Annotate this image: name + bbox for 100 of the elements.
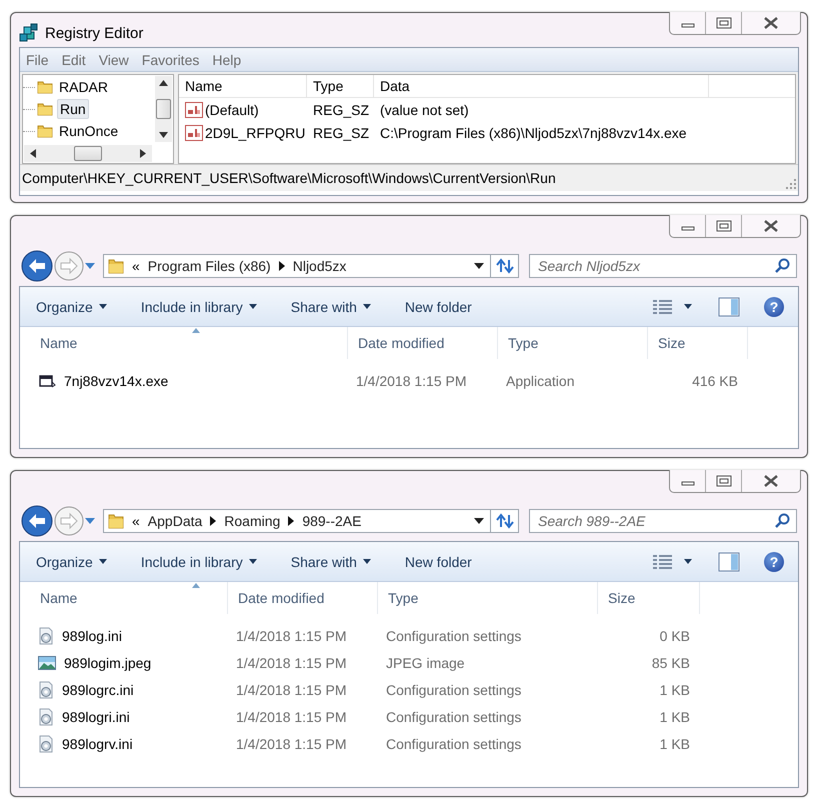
column-header[interactable]: Name xyxy=(30,582,228,614)
maximize-icon xyxy=(716,17,732,29)
resize-grip-icon[interactable] xyxy=(786,179,796,189)
search-icon[interactable] xyxy=(774,513,790,529)
column-header[interactable]: Size xyxy=(598,582,700,614)
refresh-icon xyxy=(496,258,514,274)
search-icon[interactable] xyxy=(774,258,790,274)
toolbar-button[interactable]: New folder xyxy=(402,550,474,574)
toolbar-button[interactable]: Share with xyxy=(288,294,373,318)
file-name[interactable]: 989logrv.ini xyxy=(62,736,133,752)
scroll-thumb[interactable] xyxy=(74,146,102,161)
date-modified: 1/4/2018 1:15 PM xyxy=(235,628,348,644)
breadcrumb-item[interactable]: Nljod5zx xyxy=(292,258,346,274)
file-type: Configuration settings xyxy=(385,708,522,724)
settings-file-icon xyxy=(38,680,54,698)
toolbar-button[interactable]: New folder xyxy=(402,294,474,318)
file-size: 416 KB xyxy=(691,372,739,388)
back-button[interactable] xyxy=(21,505,53,537)
maximize-icon xyxy=(716,220,732,232)
breadcrumb-item[interactable]: Roaming xyxy=(224,513,280,529)
preview-pane-icon[interactable] xyxy=(718,552,740,572)
view-options-icon[interactable] xyxy=(652,554,674,570)
scroll-down-icon[interactable] xyxy=(159,132,168,138)
breadcrumb-arrow-icon[interactable] xyxy=(210,516,216,526)
settings-file-icon xyxy=(38,626,54,644)
file-size: 0 KB xyxy=(658,628,691,644)
overflow-chevron[interactable]: « xyxy=(132,258,140,274)
menu-item[interactable]: View xyxy=(98,52,129,68)
folder-icon xyxy=(37,101,53,117)
view-options-icon[interactable] xyxy=(652,298,674,314)
column-header[interactable]: Name xyxy=(30,327,348,359)
tree-item[interactable]: RADAR xyxy=(57,78,110,96)
close-icon xyxy=(763,474,779,488)
file-name[interactable]: 989logrc.ini xyxy=(62,682,134,698)
breadcrumb-item[interactable]: Program Files (x86) xyxy=(148,258,271,274)
sort-arrow-icon xyxy=(192,328,200,333)
address-dropdown-icon[interactable] xyxy=(474,263,484,269)
history-dropdown-button[interactable] xyxy=(85,262,95,270)
view-dropdown-icon[interactable] xyxy=(684,304,692,309)
scroll-right-icon[interactable] xyxy=(140,149,146,158)
tree-item[interactable]: RunOnce xyxy=(57,122,120,140)
file-name[interactable]: 989logri.ini xyxy=(62,708,130,724)
column-header[interactable]: Type xyxy=(378,582,598,614)
menu-item[interactable]: File xyxy=(26,52,49,68)
refresh-button[interactable] xyxy=(491,509,519,533)
key-path: Computer\HKEY_CURRENT_USER\Software\Microsoft\Windows\CurrentVersion\Run xyxy=(22,170,556,186)
breadcrumb-arrow-icon[interactable] xyxy=(288,516,294,526)
menu-item[interactable]: Help xyxy=(212,52,242,68)
address-bar[interactable]: « AppData Roaming 989--2AE xyxy=(103,509,491,533)
help-button[interactable]: ? xyxy=(764,296,784,316)
file-size: 1 KB xyxy=(658,708,691,724)
value-name: (Default) xyxy=(205,102,259,118)
vertical-scrollbar[interactable] xyxy=(155,76,172,142)
window-title: Registry Editor xyxy=(45,24,144,42)
toolbar-button[interactable]: Organize xyxy=(34,550,109,574)
folder-icon xyxy=(37,123,53,139)
toolbar-button[interactable]: Organize xyxy=(34,294,109,318)
breadcrumb-arrow-icon[interactable] xyxy=(278,261,285,271)
menu-item[interactable]: Edit xyxy=(62,52,86,68)
search-field[interactable]: Search Nljod5zx xyxy=(529,254,797,278)
refresh-icon xyxy=(496,513,514,529)
refresh-button[interactable] xyxy=(491,254,519,278)
date-modified: 1/4/2018 1:15 PM xyxy=(235,654,348,670)
file-type: JPEG image xyxy=(385,654,466,670)
date-modified: 1/4/2018 1:15 PM xyxy=(235,736,348,752)
scroll-thumb[interactable] xyxy=(156,99,171,119)
column-header[interactable]: Name xyxy=(179,75,307,97)
menu-item[interactable]: Favorites xyxy=(142,52,200,68)
file-name[interactable]: 989log.ini xyxy=(62,628,122,644)
column-header[interactable]: Type xyxy=(307,75,374,97)
help-button[interactable]: ? xyxy=(764,552,784,572)
column-header[interactable]: Date modified xyxy=(228,582,378,614)
overflow-chevron[interactable]: « xyxy=(132,513,140,529)
breadcrumb-item[interactable]: 989--2AE xyxy=(302,513,362,529)
registry-cubes-icon xyxy=(19,23,39,43)
value-type: REG_SZ xyxy=(312,102,370,118)
view-dropdown-icon[interactable] xyxy=(684,559,692,564)
scroll-up-icon[interactable] xyxy=(159,80,168,86)
file-name[interactable]: 989logim.jpeg xyxy=(64,654,152,670)
file-size: 1 KB xyxy=(658,682,691,698)
preview-pane-icon[interactable] xyxy=(718,296,740,316)
column-header[interactable]: Data xyxy=(374,75,709,97)
toolbar-button[interactable]: Share with xyxy=(288,550,373,574)
value-data: C:\Program Files (x86)\Nljod5zx\7nj88vzv14x.exe xyxy=(379,124,688,140)
tree-item[interactable]: Run xyxy=(57,99,89,119)
back-button[interactable] xyxy=(21,250,53,282)
file-name[interactable]: 7nj88vzv14x.exe xyxy=(64,372,168,388)
horizontal-scrollbar[interactable] xyxy=(24,145,152,162)
scroll-left-icon[interactable] xyxy=(30,149,36,158)
file-type: Configuration settings xyxy=(385,682,522,698)
toolbar-button[interactable]: Include in library xyxy=(138,294,259,318)
column-header[interactable]: Size xyxy=(648,327,748,359)
address-bar[interactable]: « Program Files (x86) Nljod5zx xyxy=(103,254,491,278)
search-field[interactable]: Search 989--2AE xyxy=(529,509,797,533)
history-dropdown-button[interactable] xyxy=(85,518,95,524)
breadcrumb-item[interactable]: AppData xyxy=(148,513,202,529)
toolbar-button[interactable]: Include in library xyxy=(138,550,259,574)
column-header[interactable]: Type xyxy=(498,327,648,359)
column-header[interactable]: Date modified xyxy=(348,327,498,359)
address-dropdown-icon[interactable] xyxy=(474,518,484,524)
